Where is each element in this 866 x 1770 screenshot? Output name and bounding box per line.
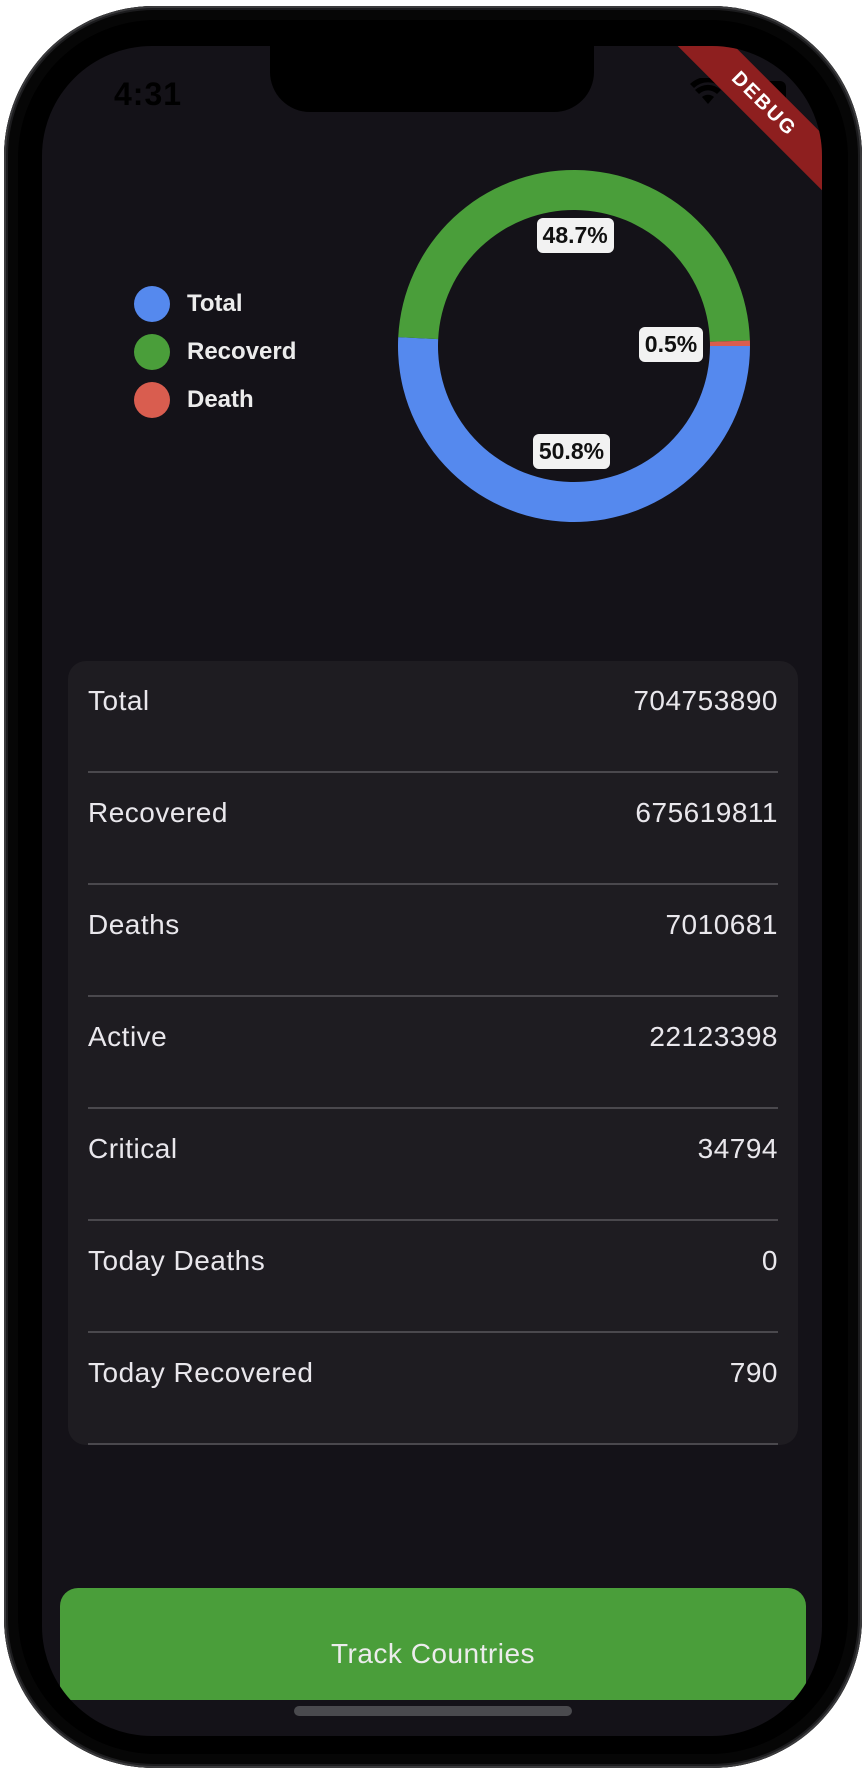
- stat-row: Deaths 7010681: [88, 885, 778, 997]
- donut-value-label: 50.8%: [532, 434, 611, 470]
- stats-card: Total 704753890 Recovered 675619811 Deaths 70…: [68, 661, 798, 1445]
- stat-row: Active 22123398: [88, 997, 778, 1109]
- track-countries-button[interactable]: Track Countries: [60, 1588, 806, 1700]
- stat-label: Today Recovered: [88, 1357, 314, 1388]
- app-screen: 4:31 DEBUG Total Recoverd Death 50.8% 48.7%…: [42, 46, 822, 1736]
- legend-item: Total: [134, 280, 296, 328]
- corner-overflow-text: N 25: [842, 0, 866, 60]
- legend-dot-icon: [134, 334, 170, 370]
- stat-row: Recovered 675619811: [88, 773, 778, 885]
- stat-value: 34794: [697, 1133, 778, 1164]
- stat-label: Recovered: [88, 797, 228, 828]
- notch: [270, 46, 594, 112]
- donut-value-label: 0.5%: [638, 326, 704, 362]
- stat-value: 0: [761, 1245, 778, 1276]
- chart-legend: Total Recoverd Death: [134, 280, 296, 424]
- legend-label: Total: [187, 290, 243, 317]
- donut-slice-total: [398, 337, 750, 522]
- status-time: 4:31: [114, 76, 183, 112]
- device-frame: N 25 4:31 DEBUG Total Recoverd Death 50.8%…: [0, 0, 866, 1770]
- legend-item: Death: [134, 376, 296, 424]
- corner-line-2: 25: [841, 32, 866, 57]
- legend-label: Death: [187, 386, 254, 413]
- stat-value: 790: [729, 1357, 778, 1388]
- stat-value: 7010681: [665, 909, 778, 940]
- stat-label: Today Deaths: [88, 1245, 266, 1276]
- legend-dot-icon: [134, 286, 170, 322]
- stat-label: Total: [88, 685, 150, 716]
- stat-value: 675619811: [635, 797, 778, 828]
- stat-row: Total 704753890: [88, 661, 778, 773]
- home-indicator: [294, 1706, 572, 1716]
- stat-label: Active: [88, 1021, 168, 1052]
- donut-value-label: 48.7%: [536, 217, 614, 253]
- stat-row: Today Deaths 0: [88, 1221, 778, 1333]
- donut-slice-recoverd: [398, 169, 750, 342]
- legend-dot-icon: [134, 382, 170, 418]
- stat-value: 22123398: [649, 1021, 778, 1052]
- stat-label: Critical: [88, 1133, 178, 1164]
- stat-row: Today Recovered 790: [88, 1333, 778, 1445]
- legend-item: Recoverd: [134, 328, 296, 376]
- stat-label: Deaths: [88, 909, 180, 940]
- stat-row: Critical 34794: [88, 1109, 778, 1221]
- legend-label: Recoverd: [187, 338, 297, 365]
- stat-value: 704753890: [633, 685, 778, 716]
- corner-line-1: N: [850, 2, 866, 27]
